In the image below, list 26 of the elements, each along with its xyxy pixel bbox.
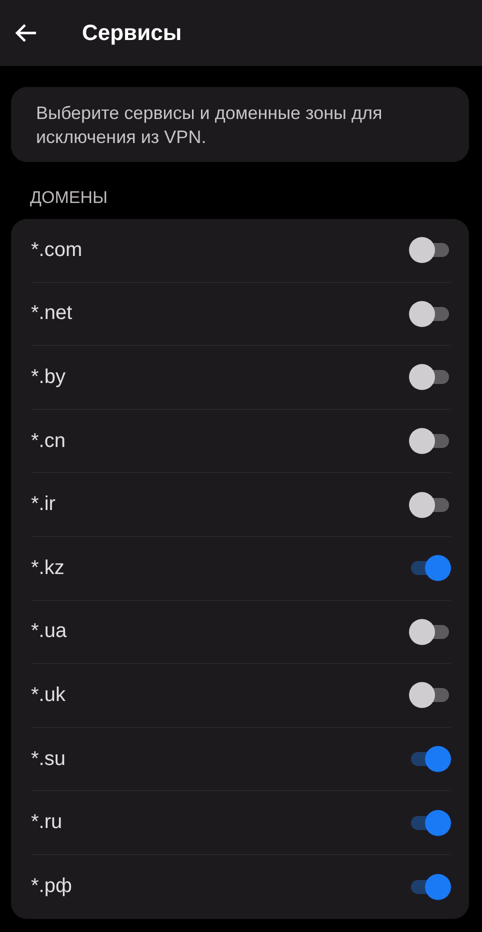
domain-label: *.net [31,302,72,326]
domain-label: *.com [31,238,82,262]
domain-label: *.by [31,366,66,389]
domain-label: *.рф [31,875,72,898]
section-title: ДОМЕНЫ [30,187,109,209]
toggle-switch[interactable] [409,874,451,900]
domain-label: *.cn [31,430,66,453]
domain-label: *.su [31,748,66,771]
domain-label: *.kz [31,556,64,580]
toggle-switch[interactable] [409,682,451,708]
info-text: Выберите сервисы и доменные зоны для исключения из VPN. [36,102,384,149]
domain-label: *.ua [31,620,67,644]
toggle-switch[interactable] [409,746,451,772]
domain-label: *.ir [31,493,56,516]
domain-label: *.uk [31,684,66,707]
back-arrow-icon [15,23,37,43]
toggle-switch[interactable] [409,492,451,518]
screen-title: Сервисы [82,20,182,46]
toggle-switch[interactable] [409,428,451,454]
toggle-switch[interactable] [409,237,451,264]
toggle-switch[interactable] [409,300,451,327]
toggle-switch[interactable] [409,618,451,645]
toggle-switch[interactable] [409,364,451,390]
toggle-switch[interactable] [409,555,451,582]
toggle-switch[interactable] [409,810,451,836]
domain-label: *.ru [31,811,62,834]
